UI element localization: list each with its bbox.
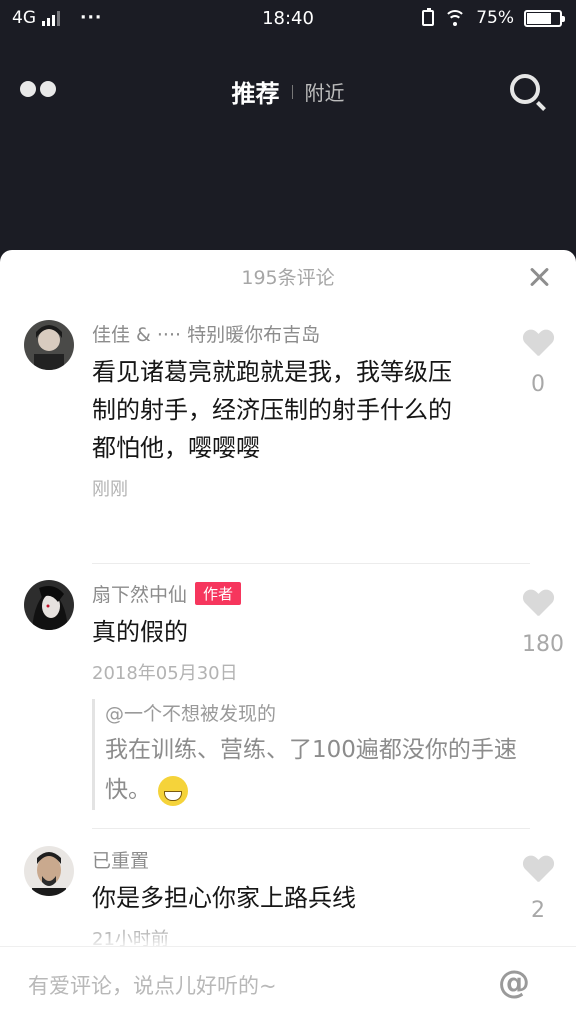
avatar[interactable] (24, 846, 74, 896)
status-right: 75% (422, 8, 565, 28)
divider (92, 563, 530, 564)
like-button[interactable]: 180 (522, 590, 564, 657)
wifi-icon (444, 10, 467, 26)
comment-body: 佳佳 & ···· 特别暖你布吉岛 看见诸葛亮就跑就是我，我等级压制的射手，经济… (92, 320, 472, 501)
comment-body: 扇下然中仙 作者 真的假的 2018年05月30日 @一个不想被发现的 我在训练… (92, 580, 532, 810)
username-text[interactable]: 已重置 (92, 846, 149, 873)
status-bar: 4G ··· 18:40 75% (0, 0, 576, 38)
username-text[interactable]: 扇下然中仙 (92, 580, 187, 607)
comment-input-bar: @ (0, 946, 576, 1024)
like-count: 0 (531, 372, 545, 397)
heart-icon[interactable] (523, 330, 553, 358)
like-button[interactable]: 2 (522, 856, 554, 923)
search-icon[interactable] (510, 74, 546, 111)
top-nav: 推荐 附近 (0, 60, 576, 120)
avatar[interactable] (24, 580, 74, 630)
charging-icon (422, 8, 435, 26)
comment-body: 已重置 你是多担心你家上路兵线 21小时前 (92, 846, 472, 951)
like-count: 2 (531, 898, 545, 923)
comment-time: 刚刚 (92, 479, 128, 500)
comment-text: 看见诸葛亮就跑就是我，我等级压制的射手，经济压制的射手什么的都怕他，嘤嘤嘤 (92, 358, 452, 462)
comments-header: 195条评论 (0, 250, 576, 306)
comment-username[interactable]: 佳佳 & ···· 特别暖你布吉岛 (92, 320, 472, 347)
avatar[interactable] (24, 320, 74, 370)
tab-nearby[interactable]: 附近 (305, 77, 345, 106)
tab-recommend[interactable]: 推荐 (232, 74, 280, 109)
comment-time: 2018年05月30日 (92, 663, 238, 684)
grinning-emoji-icon (158, 775, 189, 806)
like-count: 180 (522, 632, 564, 657)
comment-text: 真的假的 (92, 618, 188, 646)
heart-icon[interactable] (523, 856, 553, 884)
tab-divider (291, 84, 293, 99)
comment-username[interactable]: 扇下然中仙 作者 (92, 580, 532, 607)
heart-icon[interactable] (523, 590, 553, 618)
nav-tabs: 推荐 附近 (0, 74, 576, 109)
reply-mention[interactable]: @一个不想被发现的 (105, 699, 522, 726)
battery-icon (524, 9, 565, 27)
battery-percent: 75% (476, 8, 514, 28)
reply-text: 我在训练、营练、了100遍都没你的手速快。 (105, 730, 522, 810)
comments-count-title: 195条评论 (241, 267, 335, 289)
comments-panel: 195条评论 佳佳 & ···· 特别暖你布吉岛 看见诸葛亮就跑就是我，我等级压… (0, 250, 576, 1024)
comment-username[interactable]: 已重置 (92, 846, 472, 873)
battery-fill (527, 12, 551, 24)
divider (92, 828, 530, 829)
mention-at-icon[interactable]: @ (498, 963, 530, 1001)
close-icon[interactable] (528, 266, 550, 288)
author-badge: 作者 (195, 582, 242, 605)
comment-text: 你是多担心你家上路兵线 (92, 884, 356, 912)
like-button[interactable]: 0 (522, 330, 554, 397)
username-text[interactable]: 佳佳 & ···· 特别暖你布吉岛 (92, 320, 320, 347)
reply-quote[interactable]: @一个不想被发现的 我在训练、营练、了100遍都没你的手速快。 (92, 699, 522, 810)
comment-input[interactable] (28, 969, 478, 1003)
